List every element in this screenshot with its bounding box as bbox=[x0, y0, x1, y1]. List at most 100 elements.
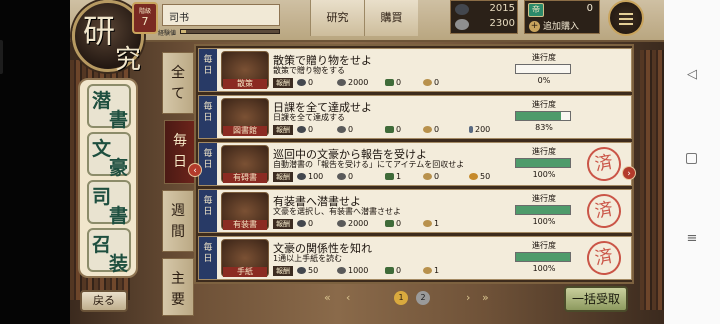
first-page-icon[interactable]: « bbox=[324, 291, 331, 304]
category-column: 潜 書 文 豪 司 書 召 装 bbox=[78, 78, 138, 278]
mission-progress: 進行度 100% bbox=[515, 240, 573, 273]
reward-coin: 1000 bbox=[337, 266, 368, 276]
next-page-icon[interactable]: › bbox=[466, 291, 470, 304]
reward-coin: 2000 bbox=[337, 219, 368, 229]
buy-more-label: 追加購入 bbox=[543, 22, 580, 32]
reward-ink: 0 bbox=[297, 219, 313, 229]
mission-row[interactable]: 毎日有装書 有装書へ潜書せよ 文豪を選択し、有装書へ潜書させよ 報酬 0 2000 0 1 進行… bbox=[198, 189, 632, 233]
category-shisho[interactable]: 司 書 bbox=[87, 180, 131, 227]
medal-icon bbox=[423, 173, 432, 180]
last-page-icon[interactable]: » bbox=[482, 291, 489, 304]
prev-page-icon[interactable]: ‹ bbox=[346, 291, 350, 304]
coin-icon bbox=[455, 19, 469, 30]
reward-value: 0 bbox=[434, 172, 440, 181]
mission-tag: 有装書 bbox=[223, 220, 267, 230]
mission-rewards: 報酬 0 0 0 0 200 bbox=[273, 125, 523, 136]
type-char: 毎 bbox=[203, 149, 213, 159]
player-name: 司书 bbox=[162, 4, 280, 26]
reward-value: 0 bbox=[308, 125, 314, 134]
coin-value: 2300 bbox=[489, 18, 515, 29]
reward-book: 0 bbox=[385, 125, 401, 135]
reward-ink: 0 bbox=[297, 125, 313, 135]
ink-icon bbox=[297, 126, 306, 133]
mission-type: 毎日 bbox=[199, 49, 217, 91]
type-char: 毎 bbox=[203, 196, 213, 206]
tab-all[interactable]: 全 て bbox=[162, 52, 194, 114]
progress-label: 進行度 bbox=[532, 241, 556, 250]
mission-tag: 図書館 bbox=[223, 126, 267, 136]
page-2[interactable]: 2 bbox=[416, 291, 430, 305]
reward-value: 200 bbox=[475, 125, 491, 134]
ink-icon bbox=[455, 4, 469, 15]
mission-row[interactable]: 毎日散策 散策で贈り物をせよ 散策で贈り物をする 報酬 0 2000 0 0 進行度 0% bbox=[198, 48, 632, 92]
mission-row[interactable]: 毎日有碍書 巡回中の文豪から報告を受けよ 自動潜書の「報告を受ける」にてアイテムを回… bbox=[198, 142, 632, 186]
mission-tag: 手紙 bbox=[223, 267, 267, 277]
resource-panel: 2015 2300 bbox=[450, 0, 518, 34]
reward-value: 0 bbox=[348, 125, 354, 134]
reward-value: 0 bbox=[396, 219, 402, 228]
reward-coin: 0 bbox=[337, 125, 353, 135]
mission-tag: 有碍書 bbox=[223, 173, 267, 183]
reward-value: 0 bbox=[396, 266, 402, 275]
nav-back-icon[interactable]: ◁ bbox=[685, 68, 699, 82]
hamburger-menu-icon[interactable] bbox=[608, 0, 644, 36]
progress-value: 100% bbox=[532, 217, 556, 226]
gem-panel: 帝 0 + 追加購入 bbox=[524, 0, 600, 34]
reward-value: 0 bbox=[434, 125, 440, 134]
type-char: 日 bbox=[203, 207, 213, 217]
reward-book: 1 bbox=[385, 172, 401, 182]
category-sensho[interactable]: 潜 書 bbox=[87, 84, 131, 131]
next-arrow-icon[interactable]: › bbox=[622, 166, 636, 180]
tab-char: 間 bbox=[171, 224, 185, 240]
exp-bar-fill bbox=[181, 30, 186, 33]
screen-title-2: 究 bbox=[115, 45, 142, 75]
mission-progress: 進行度 0% bbox=[515, 52, 573, 85]
page-1[interactable]: 1 bbox=[394, 291, 408, 305]
category-shoso[interactable]: 召 装 bbox=[87, 228, 131, 275]
tab-weekly[interactable]: 週 間 bbox=[162, 190, 194, 252]
type-char: 日 bbox=[203, 66, 213, 76]
mission-row[interactable]: 毎日手紙 文豪の関係性を知れ 1通以上手紙を読む 報酬 50 1000 0 1 進行度 100% 済 bbox=[198, 236, 632, 280]
nav-recents-icon[interactable]: ≡ bbox=[685, 232, 699, 246]
completed-stamp: 済 bbox=[584, 191, 624, 231]
gem-count: 0 bbox=[586, 3, 593, 14]
tab-main[interactable]: 主 要 bbox=[162, 258, 194, 316]
coin-icon bbox=[337, 173, 346, 180]
progress-fill bbox=[516, 112, 561, 120]
collect-all-button[interactable]: 一括受取 bbox=[564, 286, 628, 312]
gold-icon bbox=[469, 173, 478, 180]
coin-icon bbox=[337, 126, 346, 133]
completed-stamp: 済 bbox=[584, 238, 624, 278]
back-button[interactable]: 戻る bbox=[80, 290, 128, 312]
coin-icon bbox=[337, 220, 346, 227]
tab-shop[interactable]: 購買 bbox=[364, 0, 418, 36]
reward-value: 50 bbox=[480, 172, 491, 181]
bookshelf-background bbox=[640, 50, 664, 310]
progress-label: 進行度 bbox=[532, 100, 556, 109]
completed-stamp: 済 bbox=[584, 144, 624, 184]
ink-value: 2015 bbox=[489, 3, 515, 14]
reward-coin: 0 bbox=[337, 172, 353, 182]
category-char: 書 bbox=[109, 109, 129, 131]
prev-arrow-icon[interactable]: ‹ bbox=[188, 163, 202, 177]
reward-value: 1 bbox=[434, 266, 440, 275]
type-char: 日 bbox=[203, 254, 213, 264]
progress-value: 0% bbox=[537, 76, 551, 85]
coin-icon bbox=[337, 267, 346, 274]
reward-pen: 200 bbox=[469, 125, 490, 135]
category-bungo[interactable]: 文 豪 bbox=[87, 132, 131, 179]
reward-book: 0 bbox=[385, 219, 401, 229]
reward-book: 0 bbox=[385, 266, 401, 276]
progress-fill bbox=[516, 206, 570, 214]
buy-more-button[interactable]: + 追加購入 bbox=[529, 19, 597, 33]
mission-desc: 散策で贈り物をする bbox=[273, 66, 345, 75]
device-bezel-left bbox=[0, 0, 70, 324]
reward-ink: 50 bbox=[297, 266, 318, 276]
mission-row[interactable]: 毎日図書館 日課を全て達成せよ 日課を全て達成する 報酬 0 0 0 0 200 進行度 83% bbox=[198, 95, 632, 139]
medal-icon bbox=[423, 126, 432, 133]
reward-value: 0 bbox=[396, 78, 402, 87]
reward-medal: 1 bbox=[423, 266, 439, 276]
nav-home-icon[interactable] bbox=[686, 153, 697, 164]
mission-desc: 日課を全て達成する bbox=[273, 113, 345, 122]
tab-research[interactable]: 研究 bbox=[310, 0, 364, 36]
